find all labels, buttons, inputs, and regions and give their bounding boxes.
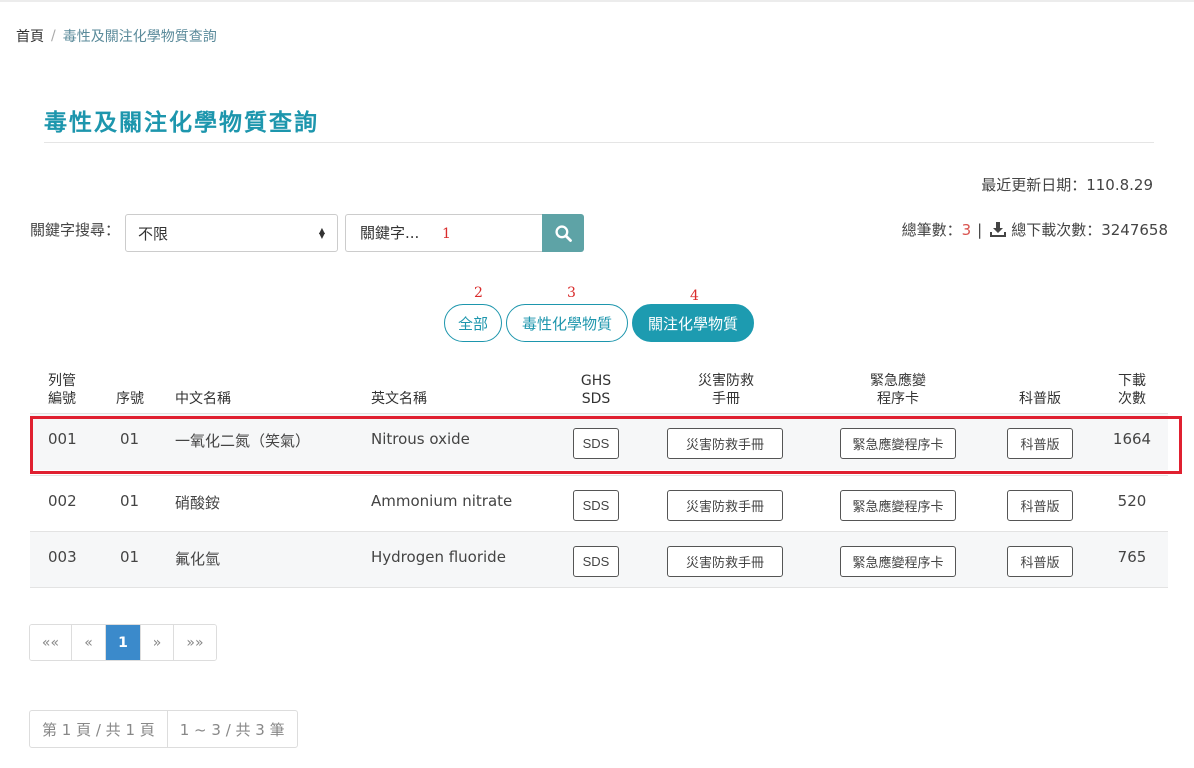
title-divider [44,142,1154,143]
breadcrumb-current: 毒性及關注化學物質查詢 [62,29,217,45]
cell-seq: 01 [120,548,140,566]
table-row: 002 01 硝酸銨 Ammonium nitrate SDS 災害防救手冊 緊… [30,476,1168,532]
page-last-button[interactable]: »» [174,625,216,660]
search-label: 關鍵字搜尋： [30,221,121,239]
stats-divider: | [977,220,983,239]
table-bottom-divider [30,587,1168,588]
header-popular-version: 科普版 [1019,391,1061,407]
header-chinese-name: 中文名稱 [175,391,231,407]
downloads-label: 總下載次數：3247658 [1011,221,1168,239]
header-disaster-manual: 災害防救 手冊 [698,373,754,407]
disaster-manual-button[interactable]: 災害防救手冊 [667,490,783,521]
breadcrumb-home-link[interactable]: 首頁 [16,26,44,46]
header-list-no: 列管 編號 [48,373,76,407]
sds-button[interactable]: SDS [573,546,619,577]
top-rule [0,0,1194,2]
annotation-4: 4 [690,288,699,304]
popular-version-button[interactable]: 科普版 [1007,490,1073,521]
search-scope-select[interactable]: 不限 ▲ ▼ [125,214,338,252]
page-count-info: 第 1 頁 / 共 1 頁 [30,711,168,747]
disaster-manual-button[interactable]: 災害防救手冊 [667,546,783,577]
search-button[interactable] [542,214,584,252]
popular-version-button[interactable]: 科普版 [1007,546,1073,577]
row-highlight-box [30,416,1182,474]
annotation-2: 2 [474,285,483,301]
emergency-card-button[interactable]: 緊急應變程序卡 [840,546,956,577]
header-english-name: 英文名稱 [371,391,427,407]
breadcrumb: 首頁 / 毒性及關注化學物質查詢 [16,26,217,46]
page-prev-button[interactable]: « [72,625,106,660]
cell-chinese-name: 硝酸銨 [175,494,221,512]
header-downloads: 下載 次數 [1118,373,1146,407]
filter-all-button[interactable]: 全部 [444,304,502,342]
table-row: 003 01 氟化氫 Hydrogen fluoride SDS 災害防救手冊 … [30,532,1168,588]
record-count-info: 1 ~ 3 / 共 3 筆 [179,720,285,739]
cell-downloads: 765 [1117,548,1147,566]
filter-concern-button[interactable]: 關注化學物質 [632,304,754,342]
cell-list-no: 003 [48,548,77,566]
sds-button[interactable]: SDS [573,490,619,521]
stats-bar: 總筆數： 3 | 總下載次數：3247658 [902,219,1168,240]
page-info: 第 1 頁 / 共 1 頁 1 ~ 3 / 共 3 筆 [29,710,298,748]
pagination: «« « 1 » »» [29,624,217,661]
select-value: 不限 [138,224,169,243]
filter-toxic-button[interactable]: 毒性化學物質 [506,304,628,342]
annotation-3: 3 [567,285,576,301]
total-label: 總筆數： [901,221,962,239]
page-next-button[interactable]: » [141,625,174,660]
header-ghs-sds: GHS SDS [580,373,612,407]
cell-english-name: Ammonium nitrate [371,492,513,510]
cell-list-no: 002 [48,492,77,510]
header-emergency-card: 緊急應變 程序卡 [870,373,926,407]
breadcrumb-separator: / [51,28,56,44]
page-title: 毒性及關注化學物質查詢 [44,110,319,136]
emergency-card-button[interactable]: 緊急應變程序卡 [840,490,956,521]
search-icon [554,224,572,242]
cell-seq: 01 [120,492,140,510]
cell-downloads: 520 [1117,492,1147,510]
page-first-button[interactable]: «« [30,625,72,660]
cell-chinese-name: 氟化氫 [175,550,221,568]
update-date: 最近更新日期：110.8.29 [981,176,1153,194]
download-icon [990,222,1007,237]
page-1-button[interactable]: 1 [106,625,141,660]
select-arrows-icon: ▲ ▼ [318,226,325,240]
cell-english-name: Hydrogen fluoride [371,548,506,566]
header-seq: 序號 [116,391,144,407]
total-count: 3 [961,220,972,239]
annotation-1: 1 [442,226,451,242]
